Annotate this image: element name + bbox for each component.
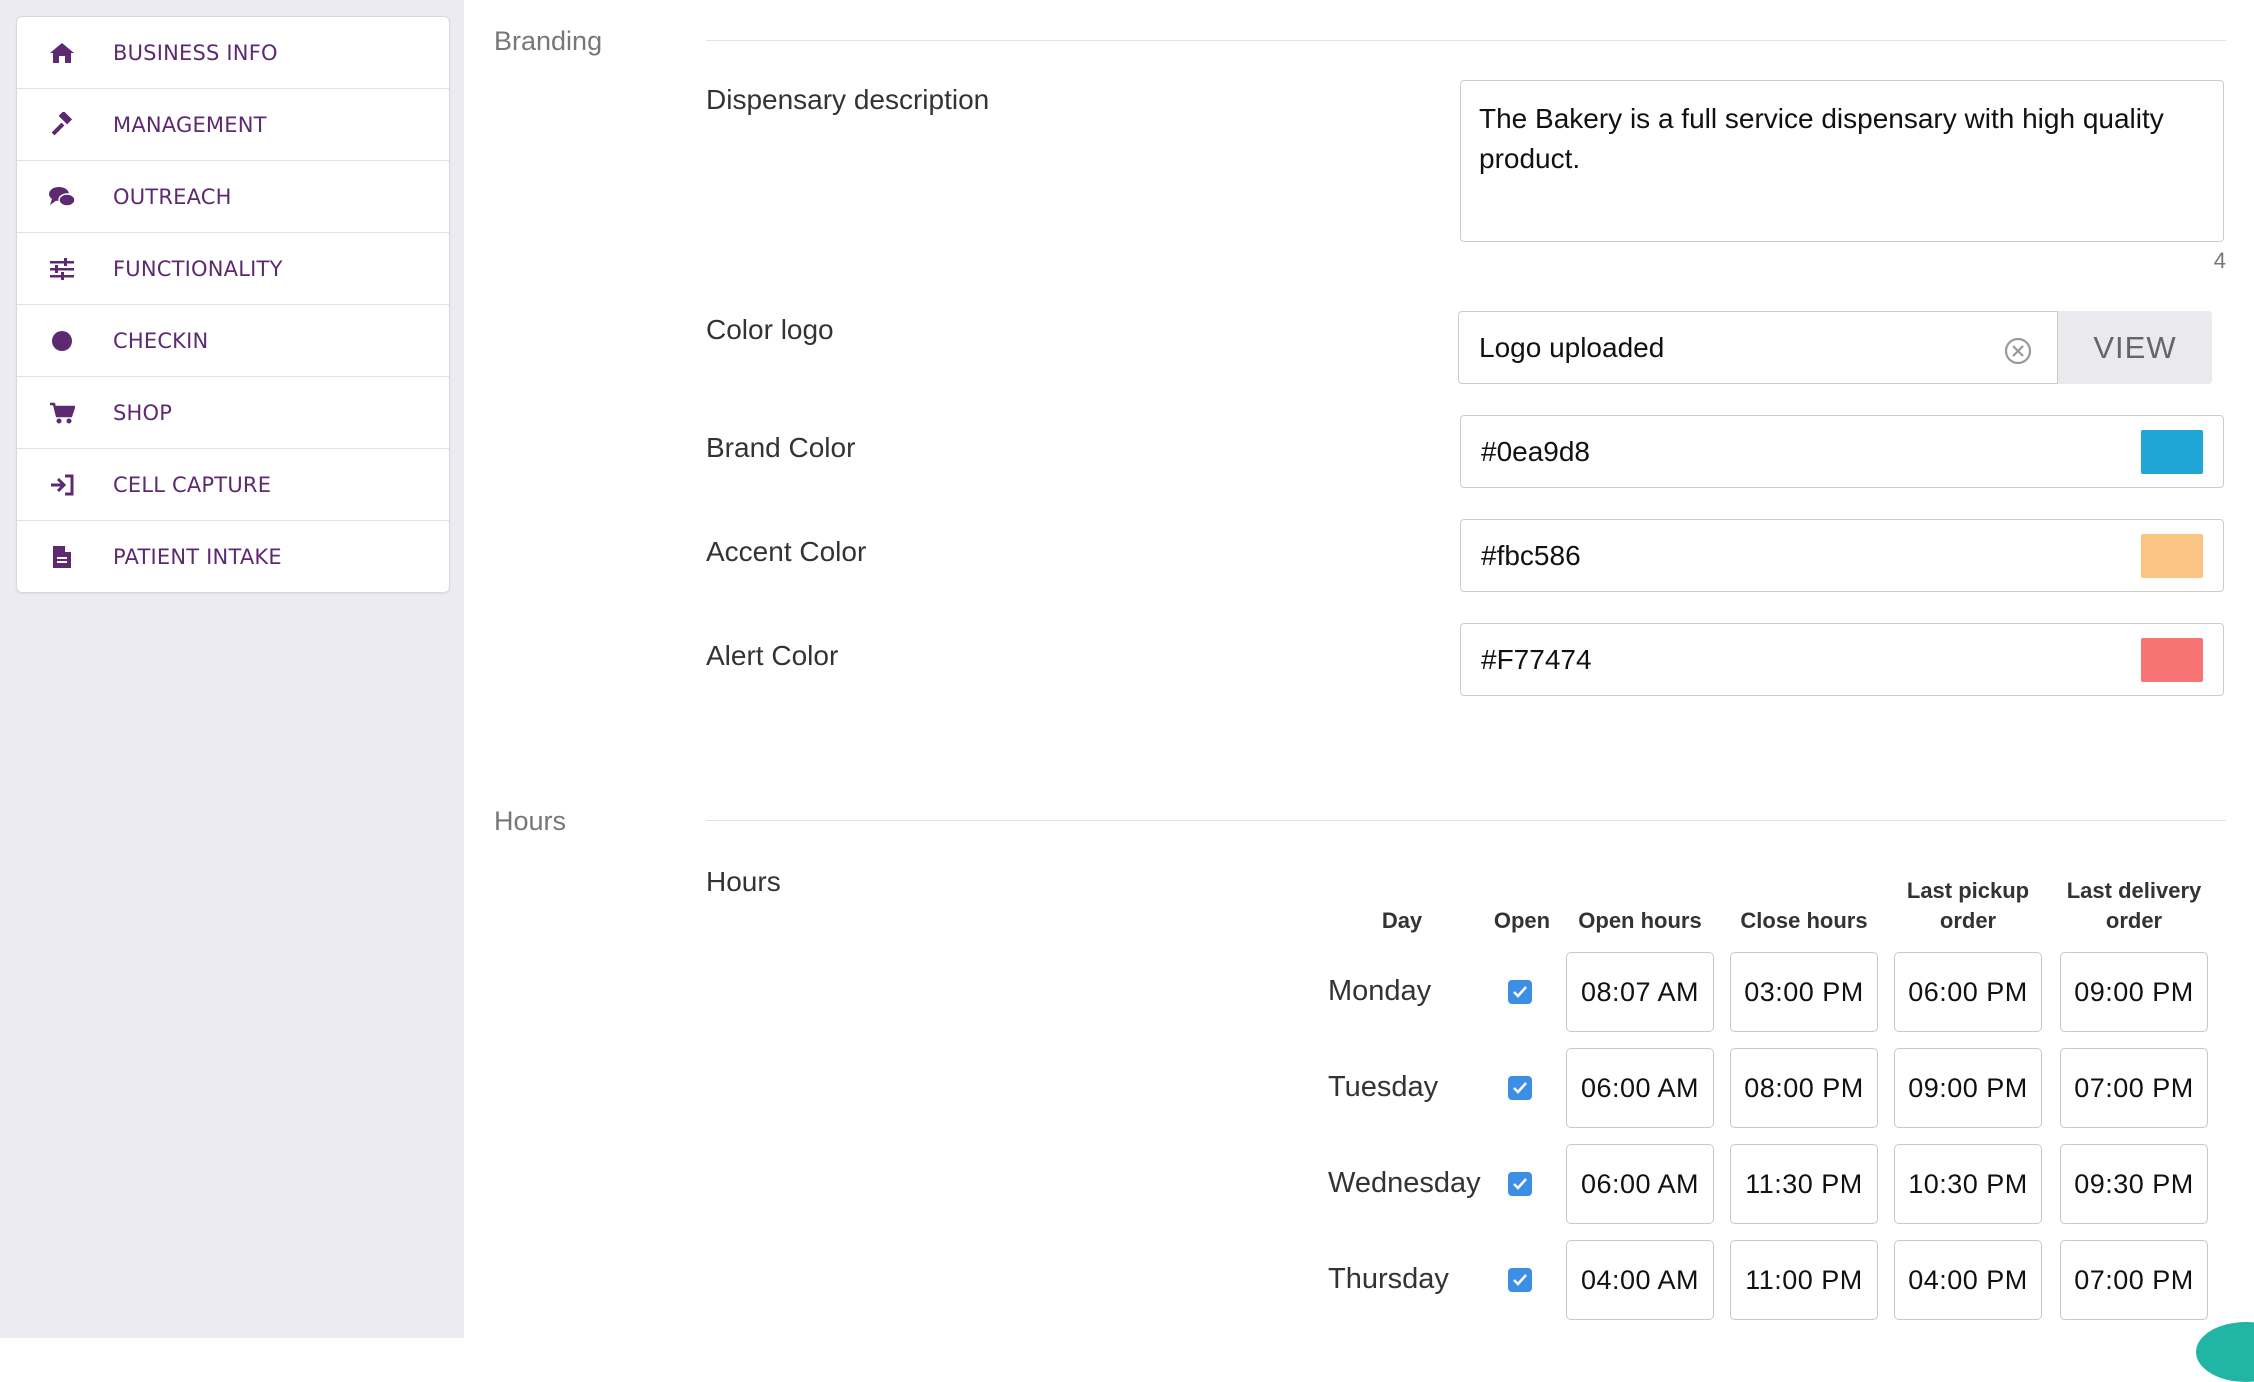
branding-section-title: Branding (494, 26, 603, 56)
column-header-last-pickup-line2: order (1939, 908, 1997, 933)
cart-icon (47, 398, 77, 428)
last-pickup-monday[interactable]: 06:00 PM (1894, 952, 2042, 1032)
view-logo-button[interactable]: VIEW (2058, 311, 2212, 384)
color-logo-field[interactable]: Logo uploaded (1458, 311, 2058, 384)
open-hours-monday[interactable]: 08:07 AM (1566, 952, 1714, 1032)
description-counter: 4 (2213, 248, 2226, 273)
open-hours-thursday[interactable]: 04:00 AM (1566, 1240, 1714, 1320)
sign-in-icon (47, 470, 77, 500)
open-checkbox-monday[interactable] (1508, 980, 1532, 1004)
sidebar-item-label: CELL CAPTURE (113, 472, 272, 497)
day-label-monday: Monday (1328, 975, 1432, 1007)
column-header-close-hours: Close hours (1740, 908, 1868, 933)
alert-color-label: Alert Color (706, 640, 839, 671)
column-header-last-delivery: Last delivery order (2060, 876, 2208, 936)
sidebar-nav: BUSINESS INFO MANAGEMENT OUTREACH FUNCTI… (16, 16, 450, 593)
document-icon (47, 542, 77, 572)
close-hours-tuesday[interactable]: 08:00 PM (1730, 1048, 1878, 1128)
sidebar-item-cell-capture[interactable]: CELL CAPTURE (17, 449, 449, 521)
alert-color-swatch[interactable] (2141, 638, 2203, 682)
checkmark-icon (1513, 1082, 1527, 1094)
sidebar-item-business-info[interactable]: BUSINESS INFO (17, 17, 449, 89)
sidebar-item-patient-intake[interactable]: PATIENT INTAKE (17, 521, 449, 592)
help-chat-button[interactable] (2196, 1322, 2254, 1382)
column-header-last-pickup-line1: Last pickup (1906, 878, 2030, 903)
close-hours-monday[interactable]: 03:00 PM (1730, 952, 1878, 1032)
last-pickup-thursday[interactable]: 04:00 PM (1894, 1240, 2042, 1320)
last-pickup-wednesday[interactable]: 10:30 PM (1894, 1144, 2042, 1224)
sidebar-item-management[interactable]: MANAGEMENT (17, 89, 449, 161)
open-checkbox-wednesday[interactable] (1508, 1172, 1532, 1196)
color-logo-label: Color logo (706, 314, 834, 345)
last-delivery-thursday[interactable]: 07:00 PM (2060, 1240, 2208, 1320)
circle-icon (47, 326, 77, 356)
brand-color-label: Brand Color (706, 432, 856, 463)
sidebar-item-functionality[interactable]: FUNCTIONALITY (17, 233, 449, 305)
checkmark-icon (1513, 1274, 1527, 1286)
column-header-last-delivery-line1: Last delivery (2066, 878, 2202, 903)
alert-color-value: #F77474 (1481, 643, 1592, 675)
hours-section-title: Hours (494, 806, 567, 836)
column-header-last-delivery-line2: order (2105, 908, 2163, 933)
last-delivery-monday[interactable]: 09:00 PM (2060, 952, 2208, 1032)
open-checkbox-tuesday[interactable] (1508, 1076, 1532, 1100)
sidebar-item-outreach[interactable]: OUTREACH (17, 161, 449, 233)
last-pickup-tuesday[interactable]: 09:00 PM (1894, 1048, 2042, 1128)
column-header-last-pickup: Last pickup order (1894, 876, 2042, 936)
accent-color-value: #fbc586 (1481, 539, 1581, 571)
sidebar-item-label: MANAGEMENT (113, 112, 267, 137)
sidebar-item-shop[interactable]: SHOP (17, 377, 449, 449)
day-label-tuesday: Tuesday (1328, 1071, 1439, 1103)
hours-label: Hours (706, 866, 781, 897)
accent-color-label: Accent Color (706, 536, 867, 567)
accent-color-input[interactable]: #fbc586 (1460, 519, 2224, 592)
gavel-icon (47, 110, 77, 140)
column-header-open: Open (1493, 908, 1551, 933)
description-textarea[interactable]: The Bakery is a full service dispensary … (1460, 80, 2224, 242)
brand-color-value: #0ea9d8 (1481, 435, 1591, 467)
day-label-wednesday: Wednesday (1328, 1167, 1481, 1199)
checkmark-icon (1513, 1178, 1527, 1190)
column-header-day: Day (1381, 908, 1423, 933)
logo-status-text: Logo uploaded (1479, 331, 1665, 363)
chat-bubbles-icon (47, 182, 77, 212)
alert-color-input[interactable]: #F77474 (1460, 623, 2224, 696)
description-label: Dispensary description (706, 84, 990, 115)
sidebar-item-label: BUSINESS INFO (113, 40, 278, 65)
home-icon (47, 38, 77, 68)
sidebar-item-label: PATIENT INTAKE (113, 544, 282, 569)
sliders-icon (47, 254, 77, 284)
open-checkbox-thursday[interactable] (1508, 1268, 1532, 1292)
open-hours-wednesday[interactable]: 06:00 AM (1566, 1144, 1714, 1224)
sidebar-item-label: OUTREACH (113, 184, 232, 209)
close-hours-wednesday[interactable]: 11:30 PM (1730, 1144, 1878, 1224)
checkmark-icon (1513, 986, 1527, 998)
clear-icon[interactable] (2003, 336, 2033, 366)
day-label-thursday: Thursday (1328, 1263, 1449, 1295)
last-delivery-tuesday[interactable]: 07:00 PM (2060, 1048, 2208, 1128)
last-delivery-wednesday[interactable]: 09:30 PM (2060, 1144, 2208, 1224)
brand-color-swatch[interactable] (2141, 430, 2203, 474)
hours-divider (706, 820, 2226, 821)
column-header-open-hours: Open hours (1578, 908, 1702, 933)
sidebar-item-label: SHOP (113, 400, 173, 425)
accent-color-swatch[interactable] (2141, 534, 2203, 578)
branding-divider (706, 40, 2226, 41)
brand-color-input[interactable]: #0ea9d8 (1460, 415, 2224, 488)
sidebar-item-label: CHECKIN (113, 328, 209, 353)
open-hours-tuesday[interactable]: 06:00 AM (1566, 1048, 1714, 1128)
close-hours-thursday[interactable]: 11:00 PM (1730, 1240, 1878, 1320)
sidebar-item-checkin[interactable]: CHECKIN (17, 305, 449, 377)
sidebar-item-label: FUNCTIONALITY (113, 256, 283, 281)
